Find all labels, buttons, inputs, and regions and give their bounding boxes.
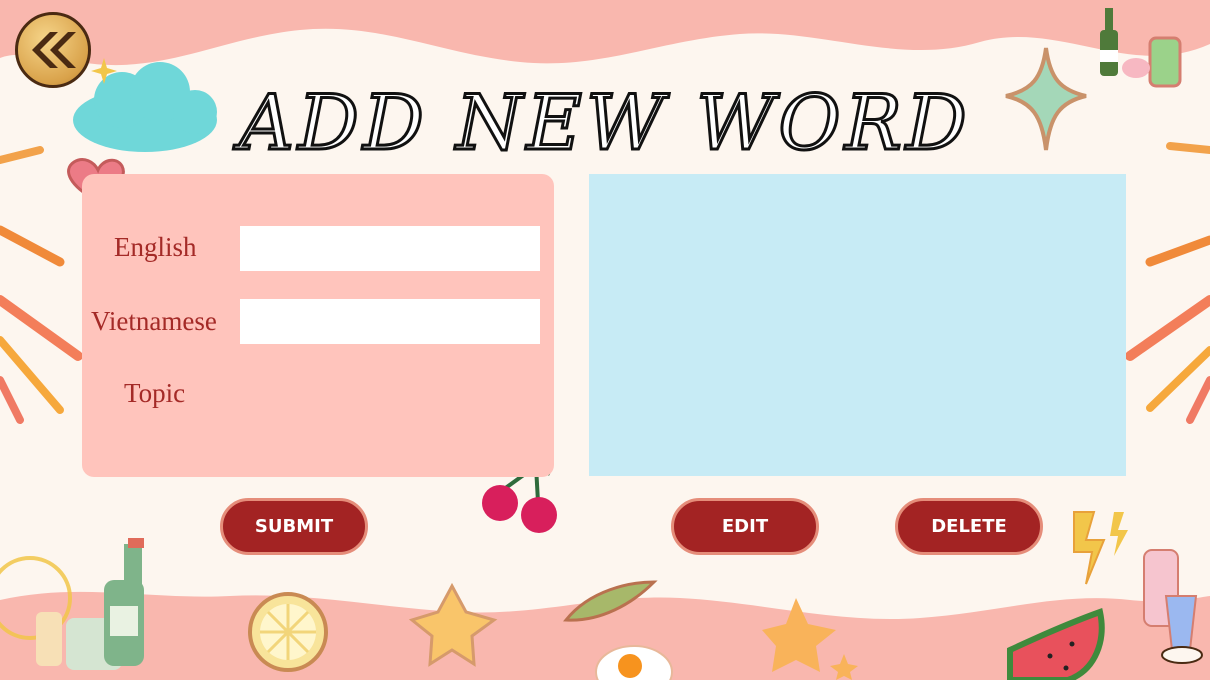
delete-button[interactable]: DELETE — [895, 498, 1043, 555]
topic-label: Topic — [124, 378, 186, 408]
submit-button[interactable]: SUBMIT — [220, 498, 368, 555]
edit-button[interactable]: EDIT — [671, 498, 819, 555]
back-button[interactable] — [15, 12, 91, 88]
soju-bottle-icon — [104, 538, 144, 666]
word-list-panel[interactable] — [589, 174, 1126, 476]
english-input[interactable] — [240, 226, 540, 271]
english-label: English — [114, 232, 197, 262]
sparkle-star-icon — [1005, 47, 1087, 151]
double-chevron-left-icon — [32, 32, 76, 68]
top-wave — [0, 0, 1210, 66]
vietnamese-label: Vietnamese — [91, 306, 217, 336]
word-form-panel: English Vietnamese Topic — [82, 174, 554, 477]
vietnamese-input[interactable] — [240, 299, 540, 344]
lightning-icon — [1073, 511, 1106, 585]
small-lightning-icon — [1110, 512, 1128, 556]
cloud-icon — [73, 62, 217, 152]
left-brush-strokes — [0, 146, 83, 424]
page-title: ADD NEW WORD — [238, 76, 971, 168]
right-brush-strokes — [1125, 142, 1210, 424]
lemon-slice-icon — [248, 592, 328, 672]
